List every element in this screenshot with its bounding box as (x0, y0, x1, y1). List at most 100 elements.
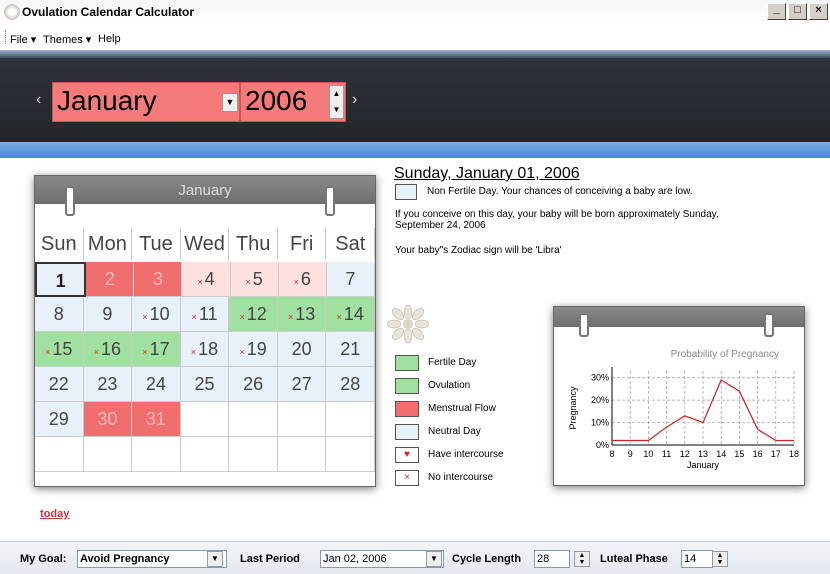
x-tick-label: 9 (628, 449, 633, 459)
weekday-fri: Fri (278, 228, 327, 260)
today-link[interactable]: today (40, 508, 69, 520)
calendar-day-number: 24 (145, 374, 166, 394)
calendar-day-cell[interactable]: 26 (229, 367, 278, 402)
calendar-day-cell[interactable]: × 18 (180, 332, 230, 367)
month-dropdown-icon[interactable]: ▼ (222, 93, 238, 112)
minimize-button[interactable]: _ (767, 3, 786, 20)
calendar-week-row: 29 30 31 (35, 402, 376, 437)
calendar-day-cell[interactable]: 3 (134, 262, 183, 297)
luteal-phase-spin-icon[interactable]: ▲ ▼ (712, 551, 728, 567)
no-intercourse-mark-icon: × (239, 347, 245, 357)
last-period-dropdown-icon[interactable]: ▼ (426, 551, 442, 567)
maximize-button[interactable]: □ (788, 3, 807, 20)
calendar-day-cell[interactable]: × 14 (326, 297, 376, 332)
calendar-day-number: 16 (100, 339, 122, 359)
no-intercourse-mark-icon: × (245, 277, 251, 287)
calendar-day-cell[interactable]: × 17 (132, 332, 181, 367)
prev-month-icon[interactable]: ‹ (36, 91, 41, 109)
menu-help[interactable]: Help (98, 33, 121, 45)
calendar-week-row: 8 9 × 10 × 11 × 12 × 13 × 14 (35, 297, 376, 332)
y-tick-label: 0% (596, 440, 609, 450)
calendar-day-cell[interactable]: 20 (277, 332, 327, 367)
calendar-day-number: 28 (340, 374, 361, 394)
app-flower-icon (4, 4, 20, 20)
calendar-day-cell[interactable]: 25 (180, 367, 230, 402)
calendar-day-number: 11 (198, 304, 218, 324)
close-button[interactable]: × (809, 3, 828, 20)
calendar-day-number: 4 (204, 269, 215, 289)
calendar-day-cell[interactable]: 31 (132, 402, 181, 437)
calendar-day-cell[interactable]: × 5 (230, 262, 279, 297)
calendar-day-cell[interactable]: × 15 (35, 332, 84, 367)
binder-ring-icon (65, 186, 75, 216)
menu-themes[interactable]: Themes ▾ (43, 33, 91, 46)
calendar-day-number: 21 (340, 339, 361, 359)
calendar-day-cell[interactable]: 7 (326, 262, 375, 297)
binder-ring-icon (325, 186, 335, 216)
y-tick-label: 20% (591, 395, 609, 405)
calendar-day-cell[interactable]: 24 (132, 367, 181, 402)
last-period-label: Last Period (240, 553, 300, 565)
calendar-day-number: 2 (104, 269, 115, 289)
no-intercourse-mark-icon: × (142, 312, 148, 322)
legend-label: Have intercourse (428, 449, 504, 460)
goal-dropdown-icon[interactable]: ▼ (207, 551, 223, 567)
cycle-length-spin-icon[interactable]: ▲ ▼ (574, 551, 590, 567)
menu-bar: File ▾ Themes ▾ Help (0, 24, 830, 50)
x-tick-label: 10 (643, 449, 653, 459)
no-intercourse-mark-icon: × (293, 277, 299, 287)
calendar-day-cell[interactable]: 2 (86, 262, 135, 297)
calendar-day-cell[interactable]: × 11 (180, 297, 230, 332)
calendar-day-number: 5 (252, 269, 263, 289)
goal-select[interactable]: Avoid Pregnancy (77, 550, 227, 568)
calendar-day-cell[interactable]: × 19 (229, 332, 278, 367)
calendar-grid: 1 2 3 × 4 × 5 × 6 7 8 9 × 10 × 11 × 12 × 13 × 14 × 15 × 16 × 17 × 18 ×… (35, 262, 376, 472)
month-calendar: January Sun Mon Tue Wed Thu Fri Sat 1 2 3 × 4 × 5 × 6 7… (34, 175, 376, 487)
no-intercourse-mark-icon: × (191, 312, 197, 322)
calendar-day-cell[interactable]: 22 (35, 367, 84, 402)
calendar-day-cell[interactable]: 8 (35, 297, 84, 332)
calendar-day-number: 15 (52, 339, 73, 359)
year-spin-buttons[interactable]: ▲ ▼ (329, 85, 344, 119)
calendar-day-cell[interactable]: 23 (83, 367, 133, 402)
calendar-day-cell[interactable]: 27 (277, 367, 327, 402)
calendar-empty-cell (326, 402, 376, 437)
cycle-length-label: Cycle Length (452, 553, 522, 565)
calendar-empty-cell (277, 402, 327, 437)
due-date-value: September 24, 2006 (395, 220, 486, 231)
luteal-phase-stepper[interactable]: 14 (681, 550, 713, 568)
calendar-day-cell[interactable]: × 6 (278, 262, 327, 297)
menu-file[interactable]: File ▾ (10, 33, 36, 46)
calendar-day-number: 12 (246, 304, 267, 324)
calendar-day-number: 17 (149, 339, 170, 359)
calendar-day-cell[interactable]: 28 (326, 367, 376, 402)
title-bar: Ovulation Calendar Calculator _ □ × (0, 0, 830, 24)
calendar-day-number: 1 (55, 271, 66, 291)
calendar-day-cell[interactable]: × 10 (132, 297, 181, 332)
calendar-day-cell[interactable]: × 13 (277, 297, 327, 332)
calendar-day-number: 3 (152, 269, 163, 289)
calendar-day-number: 20 (291, 339, 312, 359)
y-tick-label: 30% (591, 373, 609, 383)
cycle-length-stepper[interactable]: 28 (534, 550, 570, 568)
selected-date-title: Sunday, January 01, 2006 (394, 165, 580, 182)
calendar-day-cell[interactable]: × 12 (229, 297, 278, 332)
calendar-day-cell[interactable]: 9 (83, 297, 133, 332)
calendar-day-cell[interactable]: × 16 (83, 332, 133, 367)
calendar-day-number: 23 (97, 374, 118, 394)
month-select[interactable]: January (52, 82, 240, 122)
next-month-icon[interactable]: › (352, 91, 357, 109)
calendar-empty-cell (35, 437, 84, 472)
calendar-empty-cell (180, 437, 230, 472)
calendar-day-cell[interactable]: 1 (35, 262, 87, 297)
header-top-band (0, 50, 830, 58)
calendar-empty-cell (180, 402, 230, 437)
calendar-day-cell[interactable]: 29 (35, 402, 84, 437)
legend-label: Neutral Day (428, 426, 481, 437)
x-axis-label: January (687, 460, 720, 470)
no-intercourse-mark-icon: × (239, 312, 245, 322)
calendar-day-cell[interactable]: × 4 (182, 262, 231, 297)
day-type-swatch (395, 184, 417, 200)
calendar-day-cell[interactable]: 30 (83, 402, 133, 437)
calendar-day-cell[interactable]: 21 (326, 332, 376, 367)
